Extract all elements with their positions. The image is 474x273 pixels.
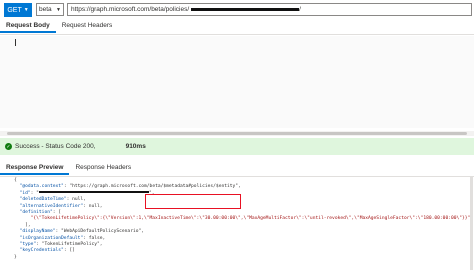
request-tabs: Request Body Request Headers <box>0 20 118 33</box>
tab-divider <box>0 34 474 35</box>
url-text: https://graph.microsoft.com/beta/policie… <box>71 6 190 13</box>
http-method-button[interactable]: GET ▼ <box>4 3 32 17</box>
code-text: "keyCredentials": [] <box>19 248 75 254</box>
code-text: } <box>14 254 17 260</box>
vertical-scrollbar[interactable] <box>470 177 473 270</box>
redacted-id <box>38 191 149 194</box>
chevron-down-icon: ▼ <box>56 6 61 13</box>
url-input[interactable]: https://graph.microsoft.com/beta/policie… <box>67 3 472 16</box>
scrollbar-thumb[interactable] <box>7 132 467 135</box>
status-message: Success - Status Code 200, <box>15 143 96 150</box>
response-duration: 910ms <box>125 143 146 150</box>
tab-request-headers[interactable]: Request Headers <box>56 20 119 33</box>
text-cursor <box>15 39 16 46</box>
tab-request-body[interactable]: Request Body <box>0 20 56 33</box>
redacted-url-segment <box>191 8 300 11</box>
chevron-down-icon: ▼ <box>23 7 29 13</box>
status-bar: ✓ Success - Status Code 200, 910ms <box>0 138 474 155</box>
tab-response-preview[interactable]: Response Preview <box>0 162 70 175</box>
tab-divider <box>0 176 474 177</box>
response-preview[interactable]: { "@odata.context": "https://graph.micro… <box>0 178 474 261</box>
version-label: beta <box>39 6 52 13</box>
url-suffix: / <box>299 6 301 13</box>
tab-response-headers[interactable]: Response Headers <box>69 162 137 175</box>
code-line: } <box>0 255 474 261</box>
line-number <box>0 255 14 261</box>
request-body-editor[interactable] <box>0 36 474 128</box>
code-line: "{\"TokenLifetimePolicy\":{\"Version\":1… <box>0 216 474 222</box>
response-tabs: Response Preview Response Headers <box>0 162 137 175</box>
http-method-label: GET <box>7 6 22 14</box>
highlight-annotation <box>145 194 241 209</box>
checkmark-icon: ✓ <box>5 143 12 150</box>
code-text: "{\"TokenLifetimePolicy\":{\"Version\":1… <box>14 216 471 222</box>
version-select[interactable]: beta ▼ <box>36 3 64 16</box>
